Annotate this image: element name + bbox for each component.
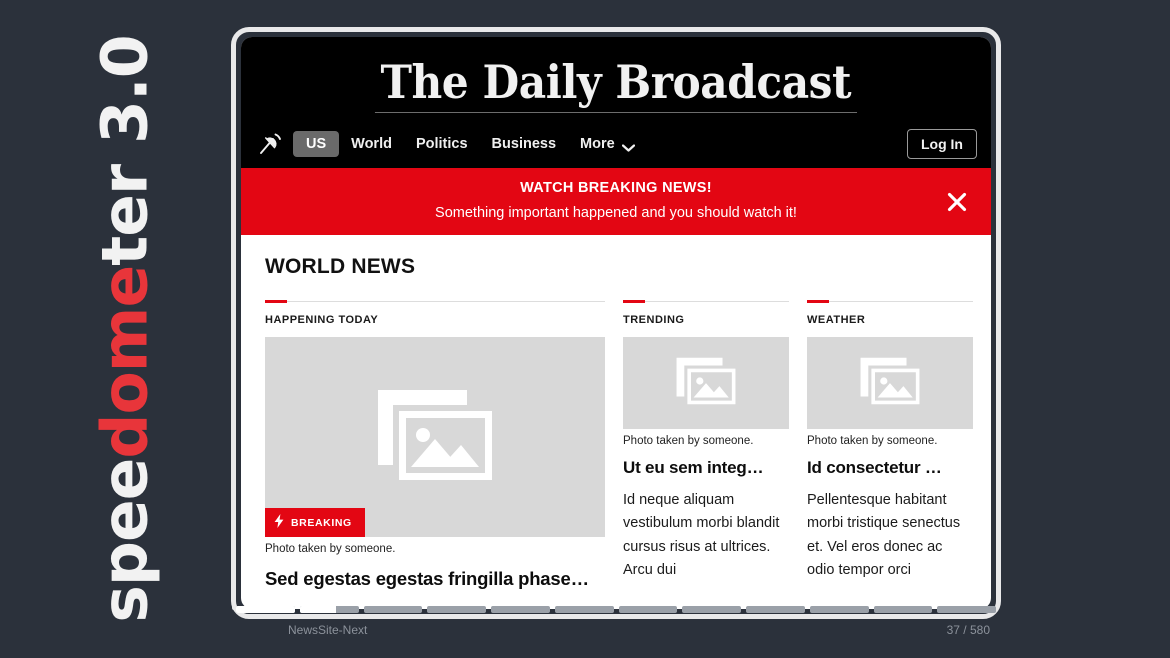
image-placeholder-icon <box>859 356 921 411</box>
article-headline[interactable]: Ut eu sem integ… <box>623 458 789 478</box>
nav-item-us-label: US <box>306 136 327 152</box>
bolt-icon <box>274 514 284 531</box>
nav-item-world-label: World <box>351 136 392 152</box>
nav-item-world[interactable]: World <box>339 131 404 157</box>
breaking-news-banner: WATCH BREAKING NEWS! Something important… <box>241 168 991 235</box>
photo-caption: Photo taken by someone. <box>807 435 938 447</box>
progress-segment <box>746 606 805 613</box>
login-button[interactable]: Log In <box>907 129 977 159</box>
column-kicker: WEATHER <box>807 314 866 326</box>
article-thumbnail[interactable] <box>807 337 973 429</box>
test-name-label: NewsSite-Next <box>288 623 368 637</box>
progress-segment <box>873 606 933 613</box>
page-title: WORLD NEWS <box>265 255 416 278</box>
column-accent-bar <box>623 300 645 303</box>
article-headline[interactable]: Sed egestas egestas fringilla phase… <box>265 568 605 590</box>
satellite-dish-icon[interactable] <box>257 132 283 156</box>
site-title: The Daily Broadcast <box>375 59 857 113</box>
column-header: WEATHER <box>807 300 973 326</box>
article-thumbnail[interactable] <box>623 337 789 429</box>
nav-item-us[interactable]: US <box>293 131 340 157</box>
column-accent-bar <box>265 300 287 303</box>
banner-title: WATCH BREAKING NEWS! <box>520 180 712 196</box>
site-header: The Daily Broadcast US World Politics Bu… <box>241 37 991 168</box>
nav-item-politics-label: Politics <box>415 136 468 152</box>
image-placeholder-icon <box>375 387 495 488</box>
nav-item-business[interactable]: Business <box>480 131 568 157</box>
wordmark-accent: dome <box>88 265 162 459</box>
speedometer-wordmark: speedometer 3.0 <box>0 0 250 658</box>
banner-subtitle: Something important happened and you sho… <box>435 205 797 221</box>
column-kicker: HAPPENING TODAY <box>265 314 379 326</box>
article-headline[interactable]: Id consectetur … <box>807 458 973 478</box>
primary-nav: US World Politics Business More Log In <box>241 122 991 168</box>
nav-item-more-label: More <box>580 136 615 152</box>
column-trending: TRENDING Photo taken by someone. Ut eu s… <box>623 300 789 590</box>
photo-caption: Photo taken by someone. <box>265 543 396 555</box>
progress-segment-fill <box>299 606 337 613</box>
column-header: TRENDING <box>623 300 789 326</box>
status-row: NewsSite-Next 37 / 580 <box>236 623 996 637</box>
browser-viewport: The Daily Broadcast US World Politics Bu… <box>241 37 991 609</box>
progress-segment <box>618 606 678 613</box>
screen-root: speedometer 3.0 The Daily Broadcast US W… <box>0 0 1170 658</box>
benchmark-statusbar: NewsSite-Next 37 / 580 <box>236 606 996 650</box>
column-accent-bar <box>807 300 829 303</box>
column-rule <box>265 301 605 302</box>
progress-segment <box>682 606 741 613</box>
progress-segments <box>236 606 996 613</box>
photo-caption: Photo taken by someone. <box>623 435 754 447</box>
wordmark-suffix: ter 3.0 <box>88 35 162 266</box>
progress-segment <box>491 606 550 613</box>
breaking-badge-label: BREAKING <box>291 516 352 529</box>
browser-frame: The Daily Broadcast US World Politics Bu… <box>231 27 1001 619</box>
nav-item-business-label: Business <box>491 136 557 152</box>
speedometer-wordmark-text: speedometer 3.0 <box>89 35 162 622</box>
masthead: The Daily Broadcast <box>241 37 991 122</box>
progress-segment-fill <box>236 606 295 613</box>
article-thumbnail[interactable]: BREAKING <box>265 337 605 537</box>
progress-counter: 37 / 580 <box>946 623 990 637</box>
progress-segment <box>809 606 869 613</box>
column-header: HAPPENING TODAY <box>265 300 605 326</box>
column-kicker: TRENDING <box>623 314 685 326</box>
progress-segment <box>554 606 614 613</box>
article-dek: Pellentesque habitant morbi tristique se… <box>807 492 961 579</box>
wordmark-prefix: spee <box>88 458 162 623</box>
breaking-badge: BREAKING <box>265 508 365 537</box>
image-placeholder-icon <box>675 356 737 411</box>
article-columns: HAPPENING TODAY BREAKING Photo taken by … <box>265 300 973 590</box>
nav-item-more[interactable]: More <box>568 131 647 157</box>
progress-segment <box>299 606 359 613</box>
nav-item-politics[interactable]: Politics <box>404 131 480 157</box>
progress-segment <box>427 606 486 613</box>
progress-segment <box>236 606 295 613</box>
close-icon[interactable] <box>945 190 969 214</box>
column-rule <box>623 301 789 302</box>
progress-segment <box>937 606 996 613</box>
chevron-down-icon <box>621 140 635 152</box>
main-content: WORLD NEWS HAPPENING TODAY BREAKING Phot… <box>241 235 991 590</box>
column-weather: WEATHER Photo taken by someone. Id conse… <box>807 300 973 590</box>
article-dek: Id neque aliquam vestibulum morbi blandi… <box>623 492 780 579</box>
column-happening-today: HAPPENING TODAY BREAKING Photo taken by … <box>265 300 605 590</box>
progress-segment <box>363 606 423 613</box>
column-rule <box>807 301 973 302</box>
